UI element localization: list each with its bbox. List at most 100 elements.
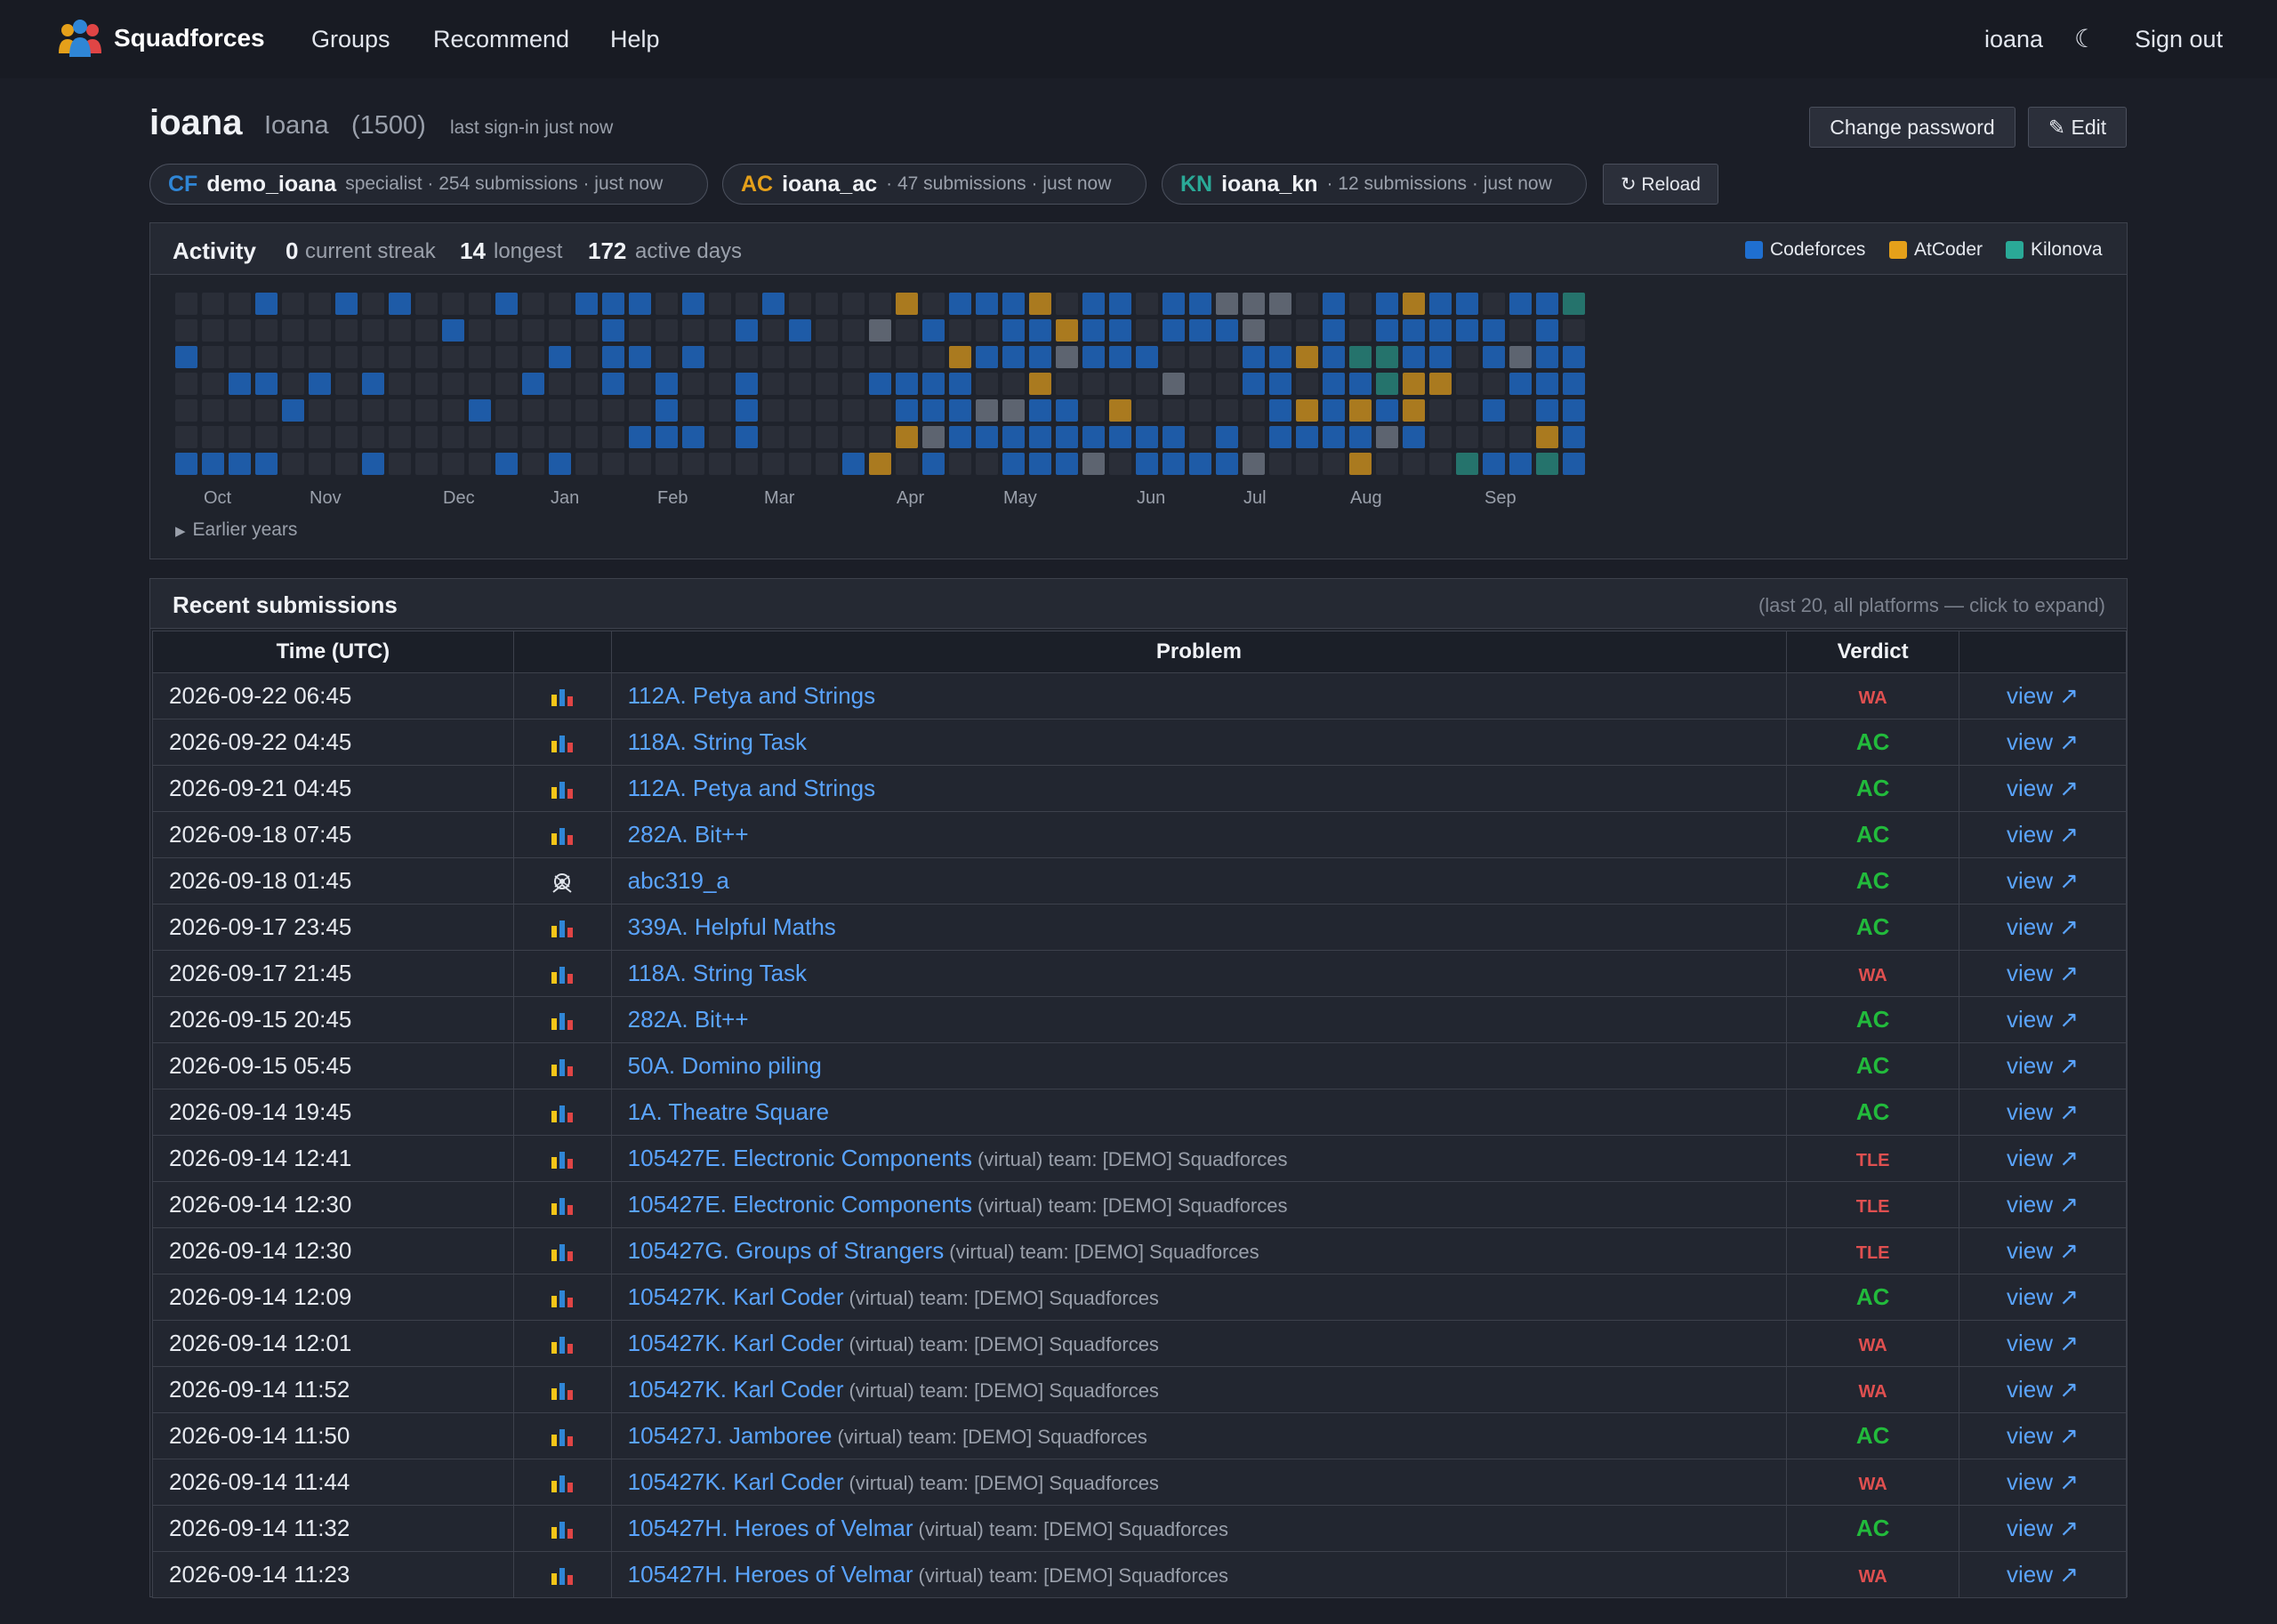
view-link[interactable]: view ↗ — [2007, 1191, 2079, 1218]
problem-link[interactable]: 105427E. Electronic Components — [628, 1145, 972, 1171]
problem-link[interactable]: 112A. Petya and Strings — [628, 682, 875, 709]
problem-extra: (virtual) team: [DEMO] Squadforces — [849, 1287, 1159, 1309]
heatmap-cell — [1002, 373, 1025, 395]
problem-link[interactable]: 105427J. Jamboree — [628, 1422, 833, 1449]
problem-extra: (virtual) team: [DEMO] Squadforces — [849, 1472, 1159, 1494]
heatmap-cell — [1163, 399, 1185, 422]
heatmap-cell — [415, 426, 438, 448]
account-meta: · 47 submissions · just now — [886, 173, 1112, 194]
view-link[interactable]: view ↗ — [2007, 728, 2079, 755]
heatmap-cell — [442, 346, 464, 368]
problem-link[interactable]: 105427K. Karl Coder — [628, 1468, 844, 1495]
change-password-button[interactable]: Change password — [1809, 107, 2016, 148]
view-link[interactable]: view ↗ — [2007, 682, 2079, 709]
verdict-cell: AC — [1786, 996, 1960, 1043]
submission-problem: 105427K. Karl Coder (virtual) team: [DEMO… — [610, 1459, 1788, 1506]
heatmap-cell — [709, 319, 731, 342]
account-pill-codeforces[interactable]: CF demo_ioana specialist · 254 submissio… — [149, 164, 708, 205]
heatmap-cell — [442, 319, 464, 342]
heatmap-cell — [1163, 293, 1185, 315]
heatmap-cell — [736, 426, 758, 448]
problem-link[interactable]: 50A. Domino piling — [628, 1052, 822, 1079]
problem-link[interactable]: 339A. Helpful Maths — [628, 913, 836, 940]
view-link[interactable]: view ↗ — [2007, 821, 2079, 848]
view-link[interactable]: view ↗ — [2007, 1376, 2079, 1403]
problem-link[interactable]: 118A. String Task — [628, 728, 807, 755]
view-link[interactable]: view ↗ — [2007, 1145, 2079, 1171]
verdict-badge: AC — [1855, 728, 1890, 755]
nav-groups[interactable]: Groups — [311, 26, 390, 53]
view-link[interactable]: view ↗ — [2007, 1098, 2079, 1125]
problem-link[interactable]: 105427H. Heroes of Velmar — [628, 1561, 913, 1588]
heatmap-cell — [575, 346, 598, 368]
view-link[interactable]: view ↗ — [2007, 1237, 2079, 1264]
heatmap-cell — [869, 346, 891, 368]
heatmap-cell — [1056, 346, 1078, 368]
view-cell: view ↗ — [1959, 1412, 2127, 1459]
view-cell: view ↗ — [1959, 857, 2127, 904]
problem-link[interactable]: 1A. Theatre Square — [628, 1098, 829, 1125]
problem-link[interactable]: 112A. Petya and Strings — [628, 775, 875, 801]
view-link[interactable]: view ↗ — [2007, 913, 2079, 940]
problem-link[interactable]: 282A. Bit++ — [628, 821, 749, 848]
heatmap-cell — [896, 346, 918, 368]
heatmap-cell — [309, 319, 331, 342]
view-link[interactable]: view ↗ — [2007, 960, 2079, 986]
heatmap-cell — [922, 426, 945, 448]
problem-link[interactable]: 105427G. Groups of Strangers — [628, 1237, 945, 1264]
month-label: Mar — [764, 488, 795, 508]
heatmap-cell — [1483, 373, 1505, 395]
theme-toggle-icon[interactable]: ☾ — [2074, 24, 2096, 53]
account-pill-kilonova[interactable]: KN ioana_kn · 12 submissions · just now — [1162, 164, 1587, 205]
view-link[interactable]: view ↗ — [2007, 1515, 2079, 1541]
view-link[interactable]: view ↗ — [2007, 1006, 2079, 1033]
codeforces-icon — [512, 904, 612, 951]
heatmap-cell — [1456, 399, 1478, 422]
heatmap-cell — [1349, 426, 1372, 448]
problem-link[interactable]: 105427K. Karl Coder — [628, 1376, 844, 1403]
problem-link[interactable]: 105427K. Karl Coder — [628, 1283, 844, 1310]
heatmap-cell — [229, 293, 251, 315]
nav-help[interactable]: Help — [610, 26, 660, 53]
problem-link[interactable]: 282A. Bit++ — [628, 1006, 749, 1033]
squad-logo-icon[interactable] — [57, 18, 103, 59]
heatmap-cell — [1296, 373, 1318, 395]
view-link[interactable]: view ↗ — [2007, 1052, 2079, 1079]
earlier-years-toggle[interactable]: ▶ Earlier years — [175, 519, 297, 541]
account-pill-atcoder[interactable]: AC ioana_ac · 47 submissions · just now — [722, 164, 1147, 205]
submission-row: 2026-09-14 11:50 105427J. Jamboree (virtua… — [152, 1412, 2127, 1459]
view-link[interactable]: view ↗ — [2007, 1422, 2079, 1449]
heatmap-cell — [736, 399, 758, 422]
problem-link[interactable]: abc319_a — [628, 867, 729, 894]
nav-recommend[interactable]: Recommend — [433, 26, 569, 53]
verdict-badge: WA — [1858, 688, 1887, 708]
heatmap-cell — [1216, 453, 1238, 475]
heatmap-cell — [1109, 426, 1131, 448]
view-link[interactable]: view ↗ — [2007, 1468, 2079, 1495]
edit-button[interactable]: ✎ Edit — [2028, 107, 2127, 148]
profile-rating: (1500) — [351, 111, 426, 140]
signout-link[interactable]: Sign out — [2135, 26, 2223, 53]
heatmap-cell — [1536, 453, 1558, 475]
view-link[interactable]: view ↗ — [2007, 1283, 2079, 1310]
view-link[interactable]: view ↗ — [2007, 867, 2079, 894]
view-link[interactable]: view ↗ — [2007, 1561, 2079, 1588]
problem-link[interactable]: 105427H. Heroes of Velmar — [628, 1515, 913, 1541]
view-link[interactable]: view ↗ — [2007, 1330, 2079, 1356]
heatmap-cell — [362, 346, 384, 368]
heatmap-cell — [362, 426, 384, 448]
heatmap-cell — [1269, 373, 1291, 395]
verdict-cell: AC — [1786, 1505, 1960, 1552]
problem-link[interactable]: 105427K. Karl Coder — [628, 1330, 844, 1356]
heatmap-cell — [1536, 373, 1558, 395]
problem-link[interactable]: 105427E. Electronic Components — [628, 1191, 972, 1218]
heatmap-cell — [1136, 319, 1158, 342]
problem-link[interactable]: 118A. String Task — [628, 960, 807, 986]
heatmap-cell — [1082, 399, 1105, 422]
nav-user-link[interactable]: ioana — [1984, 26, 2043, 53]
reload-button[interactable]: ↻ Reload — [1603, 164, 1718, 205]
heatmap-cell — [1189, 373, 1211, 395]
brand-name[interactable]: Squadforces — [114, 24, 265, 52]
submissions-header[interactable]: Recent submissions (last 20, all platfor… — [150, 579, 2127, 629]
view-link[interactable]: view ↗ — [2007, 775, 2079, 801]
